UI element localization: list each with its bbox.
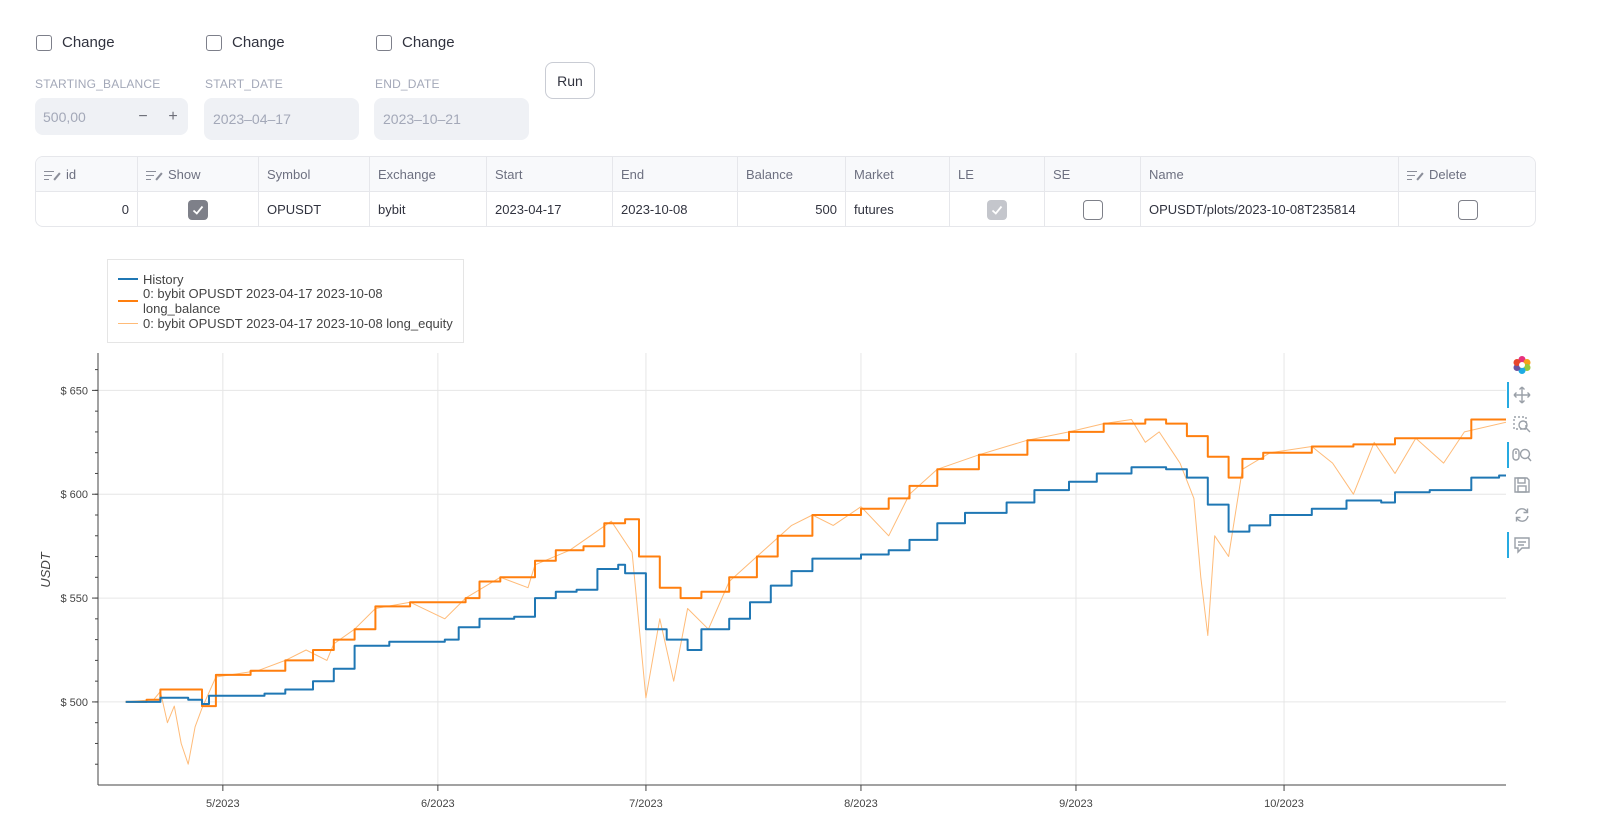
legend-label: History [143, 271, 184, 287]
column-header-delete[interactable]: Delete [1399, 157, 1535, 192]
cell-id[interactable]: 0 [36, 192, 138, 226]
cell-balance[interactable]: 500 [738, 192, 846, 226]
column-header-end[interactable]: End [613, 157, 738, 192]
editable-column-icon [1407, 169, 1424, 181]
legend-swatch [118, 278, 138, 280]
chart-toolbar [1507, 350, 1537, 560]
x-tick-label: 8/2023 [844, 798, 878, 810]
editable-column-icon [146, 169, 163, 181]
se-checkbox[interactable] [1082, 199, 1103, 220]
checkbox-label: Change [402, 34, 455, 51]
column-header-exchange[interactable]: Exchange [370, 157, 487, 192]
column-header-le[interactable]: LE [950, 157, 1045, 192]
checkbox-label: Change [62, 34, 115, 51]
checkbox-box[interactable] [376, 34, 392, 51]
column-header-balance[interactable]: Balance [738, 157, 846, 192]
x-tick-label: 6/2023 [421, 798, 455, 810]
decrement-button[interactable]: − [128, 108, 158, 126]
table-row: 0 OPUSDT bybit 2023-04-17 2023-10-08 500… [36, 192, 1535, 226]
equity-line-chart[interactable]: 5/2023 6/2023 7/2023 8/2023 9/2023 10/2023 $ 5… [0, 340, 1506, 820]
change-checkbox-2[interactable]: Change [206, 34, 376, 51]
x-tick-label: 9/2023 [1059, 798, 1093, 810]
column-header-market[interactable]: Market [846, 157, 950, 192]
table-header: id Show Symbol Exchange Start End Balanc… [36, 157, 1535, 192]
end-date-input[interactable]: 2023–10–21 [374, 98, 529, 140]
starting-balance-input[interactable]: 500,00 − + [35, 98, 188, 135]
show-checkbox[interactable] [188, 199, 208, 220]
series-line-1 [125, 418, 1506, 708]
cell-symbol[interactable]: OPUSDT [259, 192, 370, 226]
x-tick-label: 5/2023 [206, 798, 240, 810]
run-button[interactable]: Run [545, 62, 595, 99]
cell-show[interactable] [138, 192, 259, 226]
y-tick-label: $ 650 [60, 385, 88, 397]
wheel-zoom-icon[interactable] [1507, 440, 1537, 470]
cell-exchange[interactable]: bybit [370, 192, 487, 226]
le-checkbox[interactable] [987, 199, 1007, 220]
change-checkbox-3[interactable]: Change [376, 34, 546, 51]
chart-legend: History 0: bybit OPUSDT 2023-04-17 2023-… [107, 259, 464, 343]
checkbox-box[interactable] [36, 34, 52, 51]
increment-button[interactable]: + [158, 108, 188, 126]
change-checkbox-row: Change Change Change [36, 34, 546, 51]
box-zoom-icon[interactable] [1507, 410, 1537, 440]
column-header-start[interactable]: Start [487, 157, 613, 192]
y-tick-label: $ 500 [60, 697, 88, 709]
header-label: Delete [1429, 167, 1467, 182]
bokeh-logo-icon[interactable] [1507, 350, 1537, 380]
legend-swatch [118, 300, 138, 302]
cell-name[interactable]: OPUSDT/plots/2023-10-08T235814 [1141, 192, 1399, 226]
column-header-symbol[interactable]: Symbol [259, 157, 370, 192]
legend-item-long-balance[interactable]: 0: bybit OPUSDT 2023-04-17 2023-10-08 lo… [108, 286, 463, 316]
x-tick-label: 7/2023 [629, 798, 663, 810]
pan-tool-icon[interactable] [1507, 380, 1537, 410]
series-lines [125, 418, 1506, 765]
legend-label: 0: bybit OPUSDT 2023-04-17 2023-10-08 lo… [142, 286, 383, 316]
column-header-name[interactable]: Name [1141, 157, 1399, 192]
cell-market[interactable]: futures [846, 192, 950, 226]
starting-balance-value[interactable]: 500,00 [35, 109, 128, 125]
column-header-se[interactable]: SE [1045, 157, 1141, 192]
series-line-2 [125, 419, 1506, 765]
x-tick-label: 10/2023 [1264, 798, 1304, 810]
reset-icon[interactable] [1507, 500, 1537, 530]
checkbox-label: Change [232, 34, 285, 51]
change-checkbox-1[interactable]: Change [36, 34, 206, 51]
results-table: id Show Symbol Exchange Start End Balanc… [35, 156, 1536, 227]
y-axis-label: USDT [38, 551, 53, 587]
y-tick-label: $ 600 [60, 489, 88, 501]
save-icon[interactable] [1507, 470, 1537, 500]
header-label: id [66, 167, 77, 182]
checkmark-icon [192, 205, 204, 215]
grid-lines [98, 353, 1506, 785]
checkmark-icon [991, 205, 1003, 215]
cell-start[interactable]: 2023-04-17 [487, 192, 613, 226]
axes: 5/2023 6/2023 7/2023 8/2023 9/2023 10/2023 $ 5… [60, 353, 1506, 810]
legend-swatch [118, 322, 138, 324]
start-date-input[interactable]: 2023–04–17 [204, 98, 359, 140]
hover-tool-icon[interactable] [1507, 530, 1537, 560]
column-header-show[interactable]: Show [138, 157, 259, 192]
column-header-id[interactable]: id [36, 157, 138, 192]
delete-checkbox[interactable] [1458, 199, 1478, 220]
cell-delete[interactable] [1399, 192, 1535, 226]
editable-column-icon [44, 169, 61, 181]
legend-label: 0: bybit OPUSDT 2023-04-17 2023-10-08 lo… [143, 315, 453, 331]
cell-se[interactable] [1045, 192, 1141, 226]
starting-balance-label: STARTING_BALANCE [35, 77, 161, 91]
header-label: Show [168, 167, 201, 182]
end-date-label: END_DATE [375, 77, 440, 91]
checkbox-box[interactable] [206, 34, 222, 51]
y-tick-label: $ 550 [60, 593, 88, 605]
cell-le[interactable] [950, 192, 1045, 226]
cell-end[interactable]: 2023-10-08 [613, 192, 738, 226]
start-date-label: START_DATE [205, 77, 284, 91]
legend-item-long-equity[interactable]: 0: bybit OPUSDT 2023-04-17 2023-10-08 lo… [108, 312, 463, 334]
